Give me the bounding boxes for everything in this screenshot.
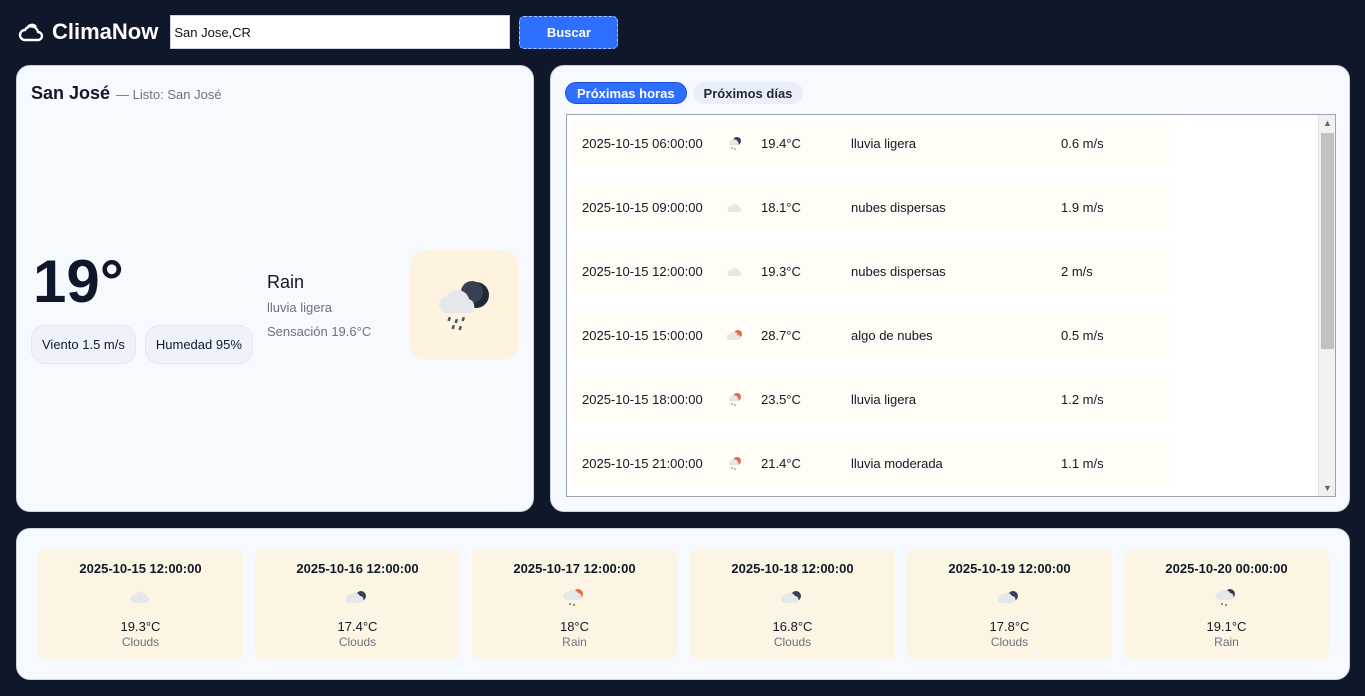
condition-description: lluvia ligera (267, 300, 333, 315)
day-card: 2025-10-17 12:00:00 18°C Rain (472, 549, 677, 659)
row-desc: nubes dispersas (851, 199, 946, 215)
row-temp: 28.7°C (761, 327, 801, 343)
row-temp: 18.1°C (761, 199, 801, 215)
scroll-thumb[interactable] (1321, 133, 1334, 349)
row-desc: algo de nubes (851, 327, 933, 343)
cloud-night-icon (997, 591, 1018, 603)
forecast-panel: Próximas horas Próximos días 2025-10-15 … (550, 65, 1350, 512)
day-condition: Clouds (338, 635, 377, 649)
scroll-down-arrow-icon[interactable]: ▼ (1323, 483, 1332, 493)
cloud-icon (129, 591, 149, 603)
row-desc: lluvia ligera (851, 135, 917, 151)
forecast-tabs: Próximas horas Próximos días (565, 82, 804, 104)
day-temp: 19.1°C (1206, 619, 1247, 634)
row-temp: 19.3°C (761, 263, 801, 279)
day-card: 2025-10-16 12:00:00 17.4°C Clouds (255, 549, 460, 659)
table-row: 2025-10-15 15:00:00 28.7°C algo de nubes… (573, 311, 1169, 359)
row-wind: 1.2 m/s (1061, 391, 1104, 407)
row-wind: 0.6 m/s (1061, 135, 1104, 151)
row-time: 2025-10-15 21:00:00 (582, 455, 703, 471)
current-weather-panel: San José — Listo: San José 19° Viento 1.… (16, 65, 534, 512)
day-condition: Rain (562, 635, 587, 649)
day-date: 2025-10-15 12:00:00 (79, 561, 202, 576)
rain-sun-icon (729, 457, 741, 470)
wind-chip: Viento 1.5 m/s (31, 325, 136, 364)
city-search-input[interactable] (170, 15, 511, 49)
day-temp: 18°C (559, 619, 590, 634)
row-wind: 1.9 m/s (1061, 199, 1104, 215)
table-row: 2025-10-15 18:00:00 23.5°C lluvia ligera… (573, 375, 1169, 423)
rain-night-icon (729, 137, 741, 150)
row-wind: 0.5 m/s (1061, 327, 1104, 343)
app-title: ClimaNow (52, 19, 159, 44)
table-row: 2025-10-15 21:00:00 21.4°C lluvia modera… (573, 439, 1169, 487)
day-condition: Clouds (121, 635, 160, 649)
tab-next-hours[interactable]: Próximas horas (565, 82, 687, 104)
row-desc: lluvia moderada (851, 455, 943, 471)
day-temp: 16.8°C (772, 619, 813, 634)
app-header: ClimaNow Buscar (18, 14, 619, 50)
current-temperature: 19° (33, 248, 124, 315)
sun-cloud-icon (727, 330, 742, 340)
row-temp: 21.4°C (761, 455, 801, 471)
day-card: 2025-10-18 12:00:00 16.8°C Clouds (690, 549, 895, 659)
row-time: 2025-10-15 06:00:00 (582, 135, 703, 151)
table-row: 2025-10-15 09:00:00 18.1°C nubes dispers… (573, 183, 1169, 231)
rain-sun-icon (729, 393, 741, 406)
city-header: San José — Listo: San José (31, 83, 222, 104)
day-condition: Rain (1214, 635, 1239, 649)
row-time: 2025-10-15 09:00:00 (582, 199, 703, 215)
day-date: 2025-10-19 12:00:00 (948, 561, 1071, 576)
cloud-icon (727, 203, 742, 212)
scroll-up-arrow-icon[interactable]: ▲ (1323, 118, 1332, 128)
row-wind: 1.1 m/s (1061, 455, 1104, 471)
row-temp: 23.5°C (761, 391, 801, 407)
day-condition: Clouds (990, 635, 1029, 649)
condition-main: Rain (267, 272, 305, 292)
rain-night-icon (1214, 589, 1235, 606)
table-row: 2025-10-15 06:00:00 19.4°C lluvia ligera… (573, 119, 1169, 167)
feels-like: Sensación 19.6°C (267, 324, 372, 339)
day-date: 2025-10-17 12:00:00 (513, 561, 636, 576)
tab-next-days[interactable]: Próximos días (692, 82, 804, 104)
row-desc: nubes dispersas (851, 263, 946, 279)
day-temp: 19.3°C (120, 619, 161, 634)
row-desc: lluvia ligera (851, 391, 917, 407)
table-row: 2025-10-15 12:00:00 19.3°C nubes dispers… (573, 247, 1169, 295)
status-text: — Listo: San José (116, 87, 222, 102)
row-time: 2025-10-15 15:00:00 (582, 327, 703, 343)
rain-night-icon (439, 281, 489, 331)
row-time: 2025-10-15 18:00:00 (582, 391, 703, 407)
cloud-night-icon (345, 591, 366, 603)
stats-chips: Viento 1.5 m/s Humedad 95% (31, 325, 253, 364)
scrollbar[interactable]: ▲ ▼ (1318, 115, 1335, 496)
rain-sun-icon (562, 589, 583, 606)
day-date: 2025-10-18 12:00:00 (731, 561, 854, 576)
day-date: 2025-10-20 00:00:00 (1165, 561, 1288, 576)
city-name: San José (31, 83, 111, 103)
day-temp: 17.8°C (989, 619, 1030, 634)
day-date: 2025-10-16 12:00:00 (296, 561, 419, 576)
day-card: 2025-10-15 12:00:00 19.3°C Clouds (38, 549, 243, 659)
cloud-icon (18, 23, 44, 42)
condition-icon-box (409, 250, 519, 360)
daily-forecast-panel: 2025-10-15 12:00:00 19.3°C Clouds 2025-1… (16, 528, 1350, 680)
humidity-chip: Humedad 95% (144, 325, 253, 364)
day-card: 2025-10-20 00:00:00 19.1°C Rain (1124, 549, 1329, 659)
cloud-night-icon (780, 591, 801, 603)
row-wind: 2 m/s (1061, 263, 1093, 279)
row-time: 2025-10-15 12:00:00 (582, 263, 703, 279)
hourly-forecast-list[interactable]: 2025-10-15 06:00:00 19.4°C lluvia ligera… (566, 114, 1336, 497)
row-temp: 19.4°C (761, 135, 801, 151)
day-card: 2025-10-19 12:00:00 17.8°C Clouds (907, 549, 1112, 659)
day-temp: 17.4°C (337, 619, 378, 634)
search-button[interactable]: Buscar (519, 15, 619, 49)
cloud-icon (727, 267, 742, 276)
day-condition: Clouds (773, 635, 812, 649)
